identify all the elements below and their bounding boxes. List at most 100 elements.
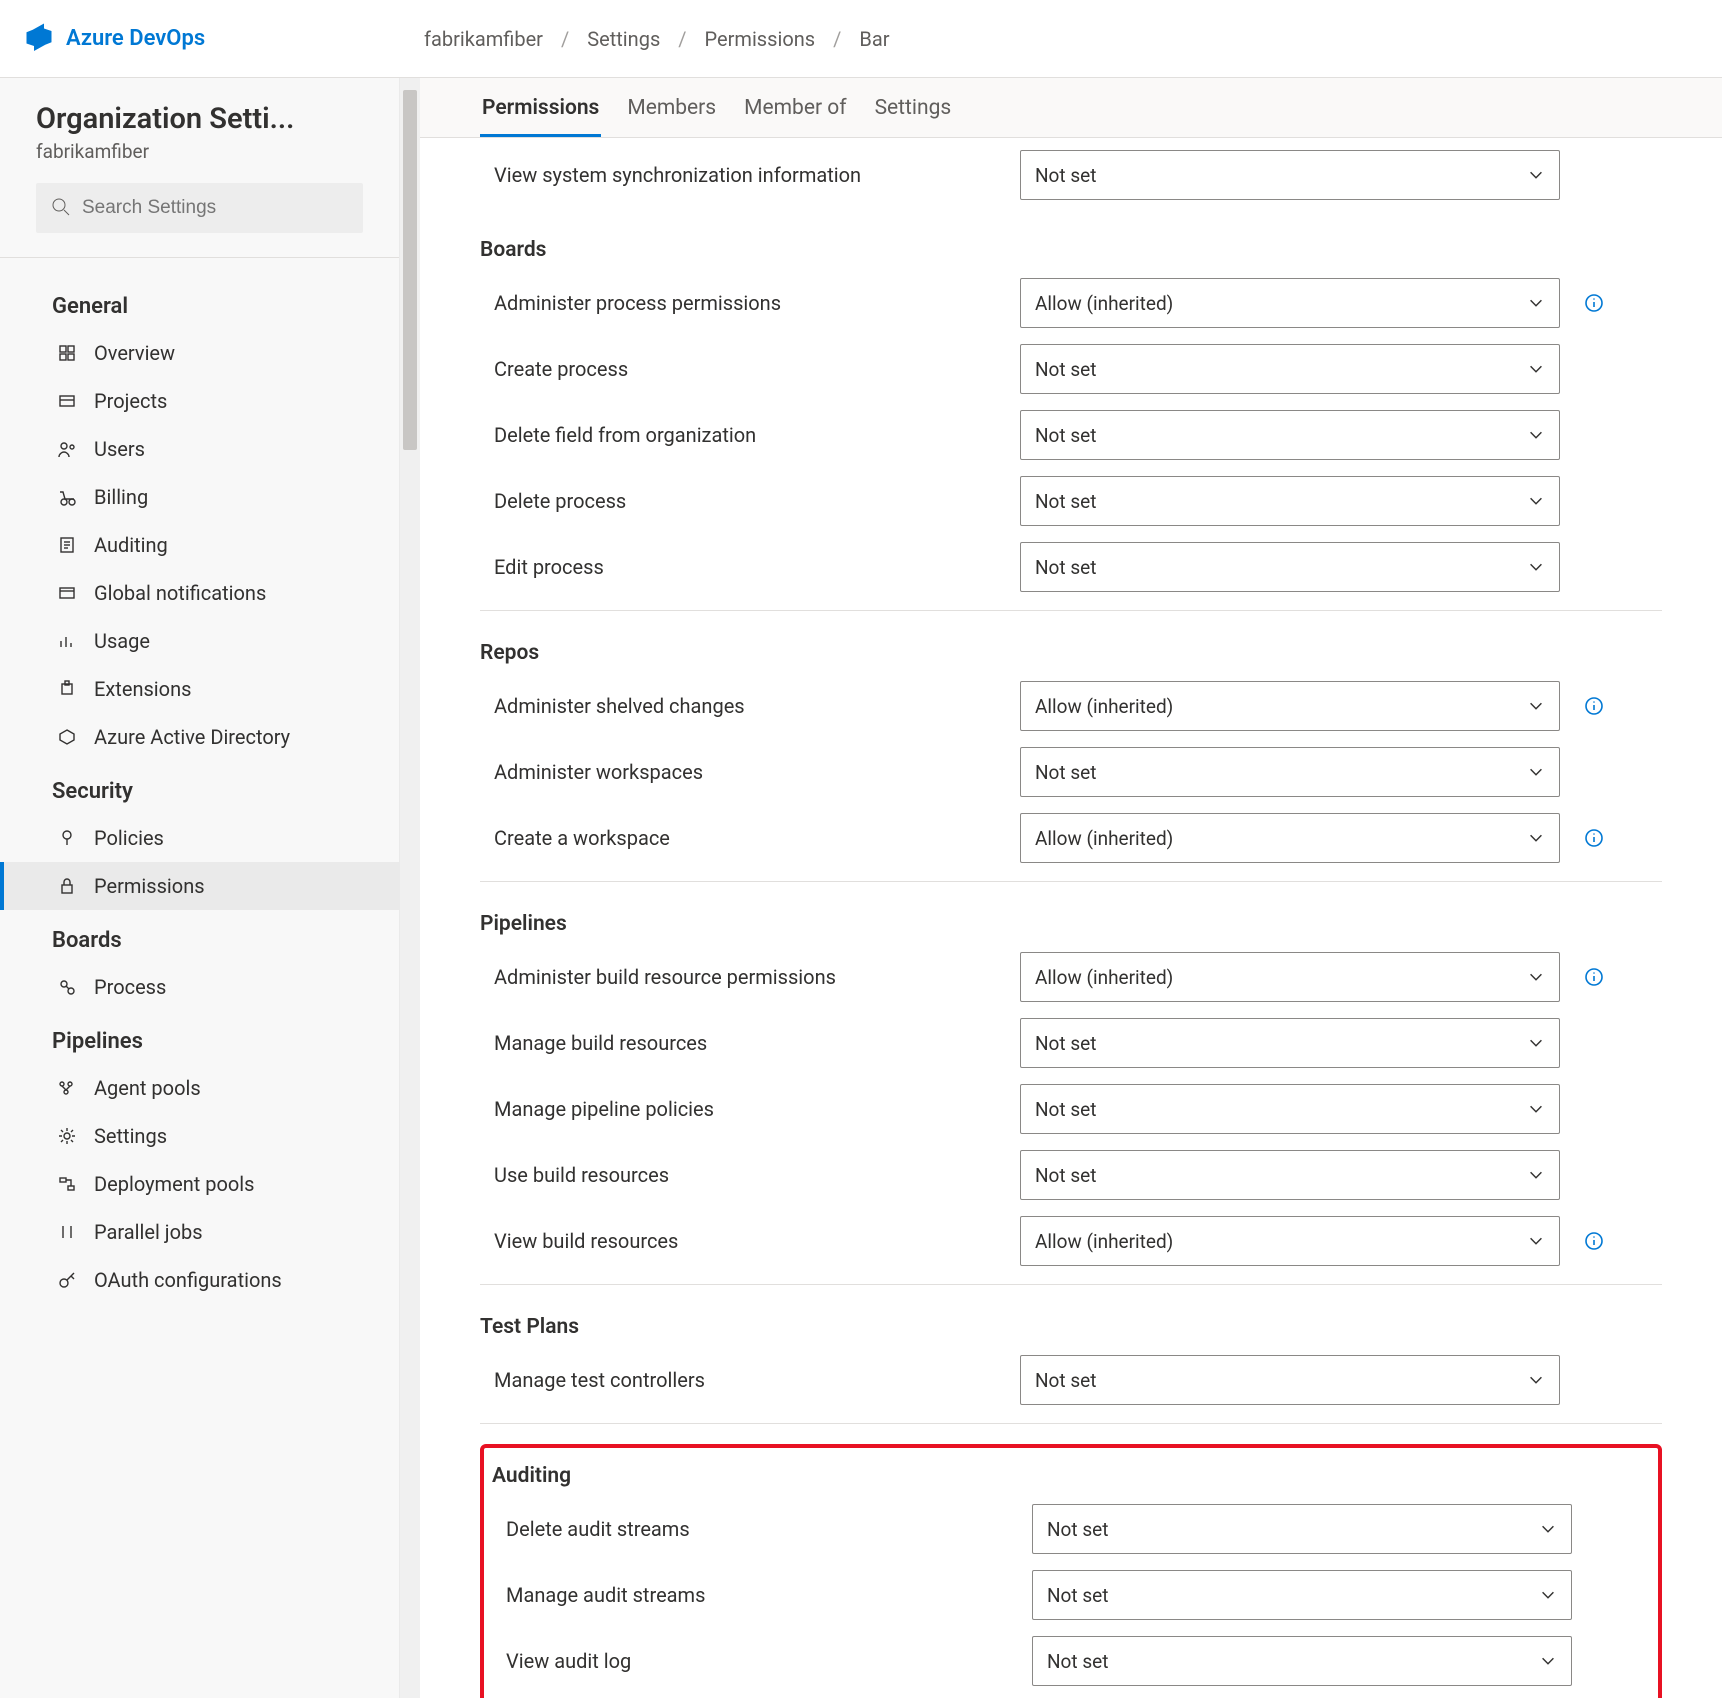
sidebar-item-users[interactable]: Users <box>0 425 399 473</box>
permission-label: Edit process <box>480 555 1020 579</box>
sidebar-item-projects[interactable]: Projects <box>0 377 399 425</box>
permission-row: Edit processNot set <box>480 534 1662 600</box>
breadcrumb-item[interactable]: Settings <box>587 27 660 51</box>
info-icon[interactable] <box>1584 1231 1604 1251</box>
permission-select[interactable]: Not set <box>1020 1355 1560 1405</box>
chevron-down-icon <box>1527 697 1545 715</box>
sidebar-item-extensions[interactable]: Extensions <box>0 665 399 713</box>
permission-select[interactable]: Not set <box>1032 1636 1572 1686</box>
permission-select[interactable]: Allow (inherited) <box>1020 1216 1560 1266</box>
info-icon[interactable] <box>1584 696 1604 716</box>
permission-value: Not set <box>1035 424 1096 447</box>
permission-label: Manage test controllers <box>480 1368 1020 1392</box>
nav-group-title: Security <box>0 761 399 814</box>
permission-value: Not set <box>1047 1584 1108 1607</box>
permission-value: Not set <box>1047 1650 1108 1673</box>
permission-select[interactable]: Allow (inherited) <box>1020 813 1560 863</box>
breadcrumb: fabrikamfiber/Settings/Permissions/Bar <box>424 27 889 51</box>
nav: GeneralOverviewProjectsUsersBillingAudit… <box>0 276 399 1304</box>
sidebar-item-process[interactable]: Process <box>0 963 399 1011</box>
sidebar-item-permissions[interactable]: Permissions <box>0 862 399 910</box>
permission-row: Delete audit streamsNot set <box>492 1496 1650 1562</box>
permission-row: Administer build resource permissionsAll… <box>480 944 1662 1010</box>
breadcrumb-item[interactable]: fabrikamfiber <box>424 27 543 51</box>
permission-row: Manage test controllersNot set <box>480 1347 1662 1413</box>
chevron-down-icon <box>1527 1034 1545 1052</box>
permission-label: Administer shelved changes <box>480 694 1020 718</box>
tab-members[interactable]: Members <box>625 96 718 137</box>
tab-member-of[interactable]: Member of <box>742 96 848 137</box>
page-title: Organization Setti... <box>0 102 399 140</box>
permission-select[interactable]: Not set <box>1020 1084 1560 1134</box>
permission-select[interactable]: Not set <box>1020 1150 1560 1200</box>
sidebar-item-label: Azure Active Directory <box>94 725 290 749</box>
info-icon[interactable] <box>1584 293 1604 313</box>
search-box[interactable] <box>36 183 363 233</box>
permission-select[interactable]: Not set <box>1020 1018 1560 1068</box>
breadcrumb-separator: / <box>833 27 841 51</box>
permission-select[interactable]: Allow (inherited) <box>1020 952 1560 1002</box>
permission-group-heading: Boards <box>480 208 1662 270</box>
permission-label: Manage pipeline policies <box>480 1097 1020 1121</box>
brand-label: Azure DevOps <box>66 26 205 51</box>
chevron-down-icon <box>1539 1520 1557 1538</box>
sidebar-item-label: OAuth configurations <box>94 1268 282 1292</box>
permission-label: View system synchronization information <box>480 163 1020 187</box>
sidebar-item-usage[interactable]: Usage <box>0 617 399 665</box>
permission-value: Not set <box>1035 1098 1096 1121</box>
sidebar-item-overview[interactable]: Overview <box>0 329 399 377</box>
info-icon[interactable] <box>1584 967 1604 987</box>
sidebar-item-oauth[interactable]: OAuth configurations <box>0 1256 399 1304</box>
permission-label: Administer workspaces <box>480 760 1020 784</box>
sidebar-item-settings[interactable]: Settings <box>0 1112 399 1160</box>
chevron-down-icon <box>1527 1100 1545 1118</box>
permission-select[interactable]: Not set <box>1032 1570 1572 1620</box>
permission-value: Not set <box>1035 1164 1096 1187</box>
permission-select[interactable]: Not set <box>1020 476 1560 526</box>
breadcrumb-item[interactable]: Bar <box>859 27 889 51</box>
sidebar-item-policies[interactable]: Policies <box>0 814 399 862</box>
permission-row: View system synchronization informationN… <box>480 142 1662 208</box>
sidebar-item-label: Settings <box>94 1124 167 1148</box>
permission-select[interactable]: Not set <box>1020 150 1560 200</box>
permission-select[interactable]: Not set <box>1020 747 1560 797</box>
permission-select[interactable]: Not set <box>1020 410 1560 460</box>
sidebar-item-label: Process <box>94 975 166 999</box>
sidebar-item-aad[interactable]: Azure Active Directory <box>0 713 399 761</box>
sidebar-item-label: Policies <box>94 826 164 850</box>
breadcrumb-item[interactable]: Permissions <box>705 27 816 51</box>
permission-row: Manage audit streams Not set <box>492 1562 1650 1628</box>
sidebar-item-agent-pools[interactable]: Agent pools <box>0 1064 399 1112</box>
sidebar-item-billing[interactable]: Billing <box>0 473 399 521</box>
permission-select[interactable]: Not set <box>1020 344 1560 394</box>
auditing-icon <box>56 534 78 556</box>
chevron-down-icon <box>1527 166 1545 184</box>
chevron-down-icon <box>1527 829 1545 847</box>
info-icon[interactable] <box>1584 828 1604 848</box>
sidebar-item-label: Users <box>94 437 145 461</box>
divider <box>480 1423 1662 1424</box>
permissions-body: View system synchronization informationN… <box>480 138 1662 1698</box>
auditing-highlight: AuditingDelete audit streamsNot setManag… <box>480 1444 1662 1698</box>
sidebar-item-label: Projects <box>94 389 167 413</box>
tab-settings[interactable]: Settings <box>873 96 954 137</box>
sidebar-item-parallel-jobs[interactable]: Parallel jobs <box>0 1208 399 1256</box>
permission-label: Manage audit streams <box>492 1583 1032 1607</box>
permission-value: Allow (inherited) <box>1035 292 1173 315</box>
permission-label: Delete field from organization <box>480 423 1020 447</box>
sidebar-scrollbar[interactable] <box>400 78 420 1698</box>
search-input[interactable] <box>82 197 349 219</box>
brand[interactable]: Azure DevOps <box>24 21 424 57</box>
permission-select[interactable]: Allow (inherited) <box>1020 681 1560 731</box>
sidebar-item-auditing[interactable]: Auditing <box>0 521 399 569</box>
sidebar-item-global-notifications[interactable]: Global notifications <box>0 569 399 617</box>
sidebar-item-deployment-pools[interactable]: Deployment pools <box>0 1160 399 1208</box>
permission-select[interactable]: Allow (inherited) <box>1020 278 1560 328</box>
permission-select[interactable]: Not set <box>1032 1504 1572 1554</box>
permission-label: Delete process <box>480 489 1020 513</box>
chevron-down-icon <box>1527 426 1545 444</box>
sidebar-item-label: Auditing <box>94 533 168 557</box>
scrollbar-thumb[interactable] <box>403 90 417 450</box>
permission-select[interactable]: Not set <box>1020 542 1560 592</box>
tab-permissions[interactable]: Permissions <box>480 96 601 137</box>
